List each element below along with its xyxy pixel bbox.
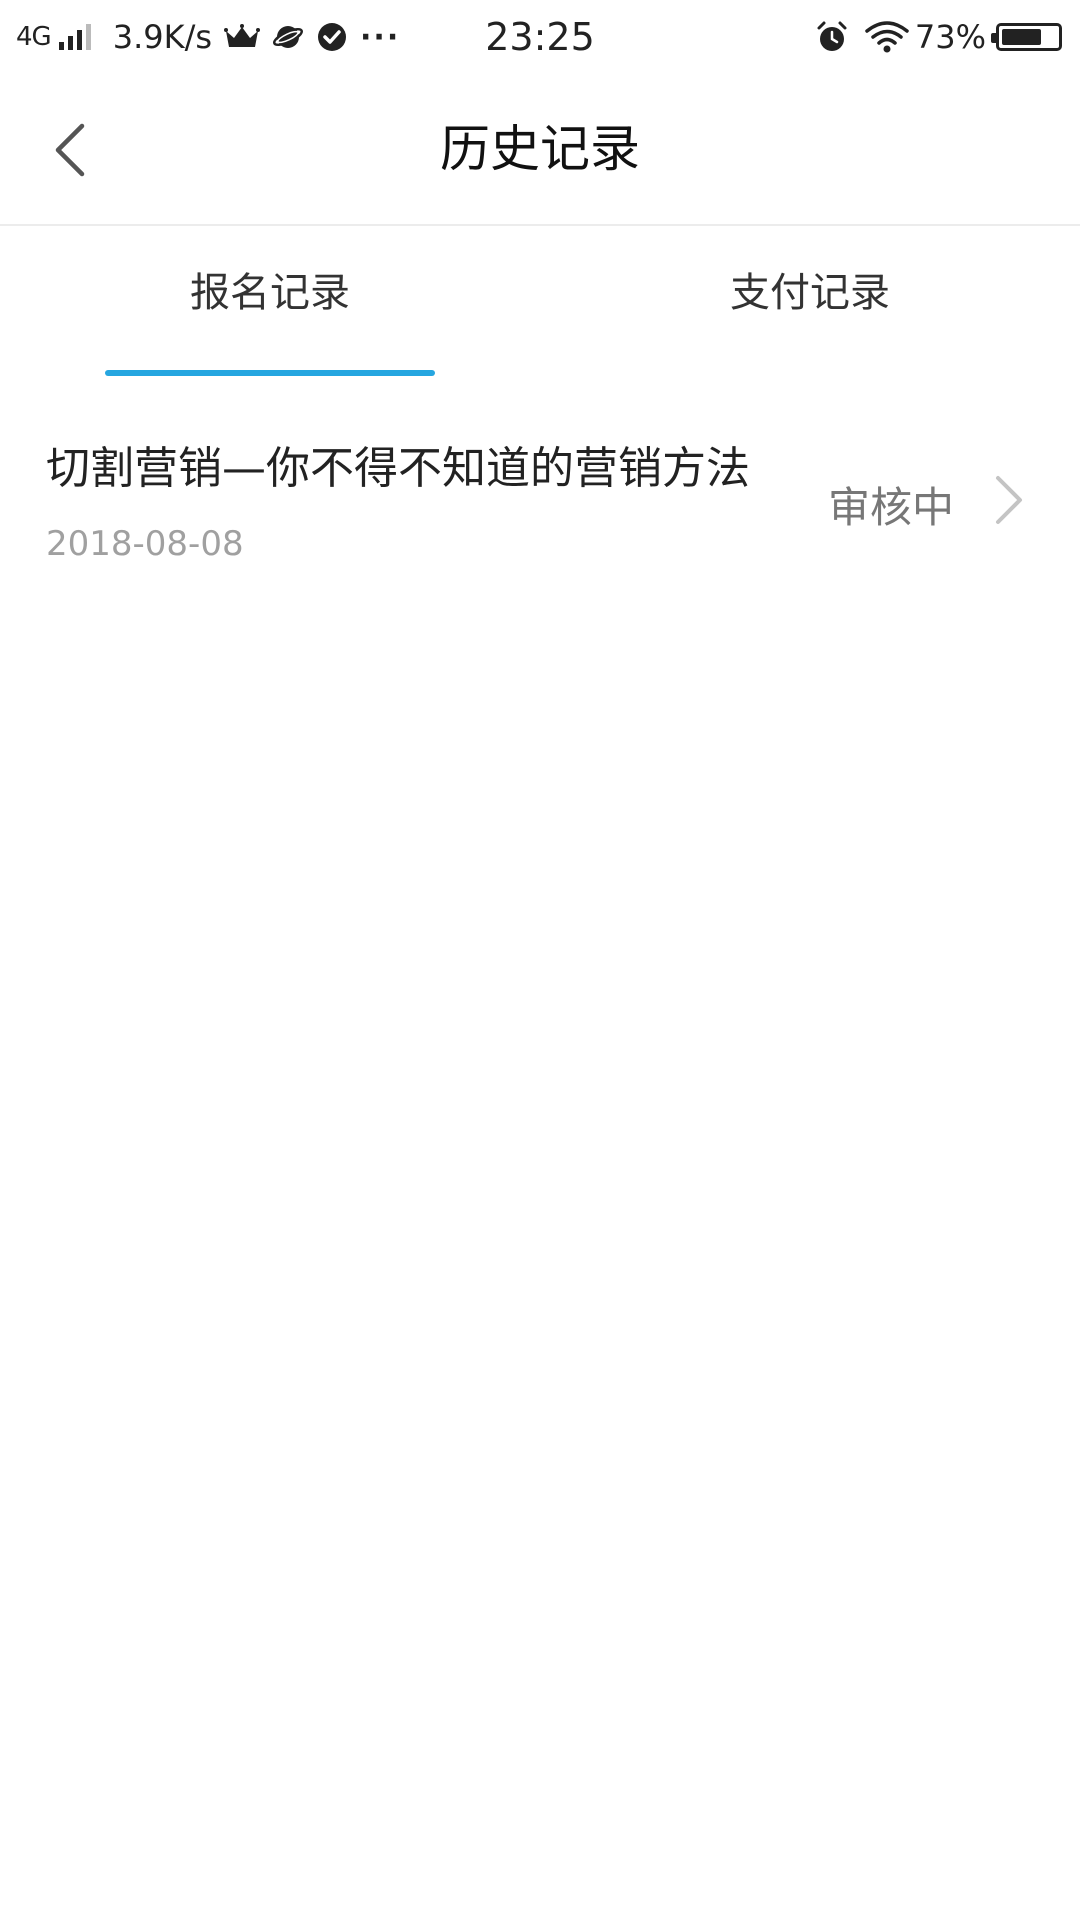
more-dots-icon: ··· xyxy=(360,19,401,55)
battery-percent: 73% xyxy=(914,18,986,56)
status-right: 73% xyxy=(803,0,1062,74)
record-title: 切割营销—你不得不知道的营销方法 xyxy=(46,443,750,494)
record-list: 切割营销—你不得不知道的营销方法 2018-08-08 审核中 xyxy=(0,376,1080,586)
tab-bar: 报名记录 支付记录 xyxy=(0,226,1080,376)
status-left: 4G 3.9K/s ··· xyxy=(16,0,400,74)
tab-label: 支付记录 xyxy=(730,270,890,316)
battery-icon xyxy=(991,23,1062,51)
chevron-left-icon xyxy=(55,123,85,177)
alarm-icon xyxy=(815,20,849,54)
network-speed: 3.9K/s xyxy=(112,18,213,56)
tab-registration-records[interactable]: 报名记录 xyxy=(0,226,540,376)
crown-icon xyxy=(224,23,261,51)
wifi-icon xyxy=(865,21,909,53)
signal-icon xyxy=(58,24,91,50)
chevron-right-icon xyxy=(996,476,1022,524)
network-type: 4G xyxy=(16,22,52,52)
page-title: 历史记录 xyxy=(440,120,640,178)
list-item[interactable]: 切割营销—你不得不知道的营销方法 2018-08-08 审核中 xyxy=(0,376,1080,586)
record-date: 2018-08-08 xyxy=(46,524,244,564)
status-badge: 审核中 xyxy=(827,483,954,532)
tab-payment-records[interactable]: 支付记录 xyxy=(540,226,1080,376)
status-bar: 4G 3.9K/s ··· 23:25 73% xyxy=(0,0,1080,74)
history-page: 4G 3.9K/s ··· 23:25 73% 历史记录 报名记录 支付记录 切… xyxy=(0,0,1080,1920)
header-bar: 历史记录 xyxy=(0,74,1080,226)
check-circle-icon xyxy=(316,21,348,53)
back-button[interactable] xyxy=(30,110,110,190)
tab-label: 报名记录 xyxy=(190,270,350,316)
planet-icon xyxy=(272,21,304,53)
